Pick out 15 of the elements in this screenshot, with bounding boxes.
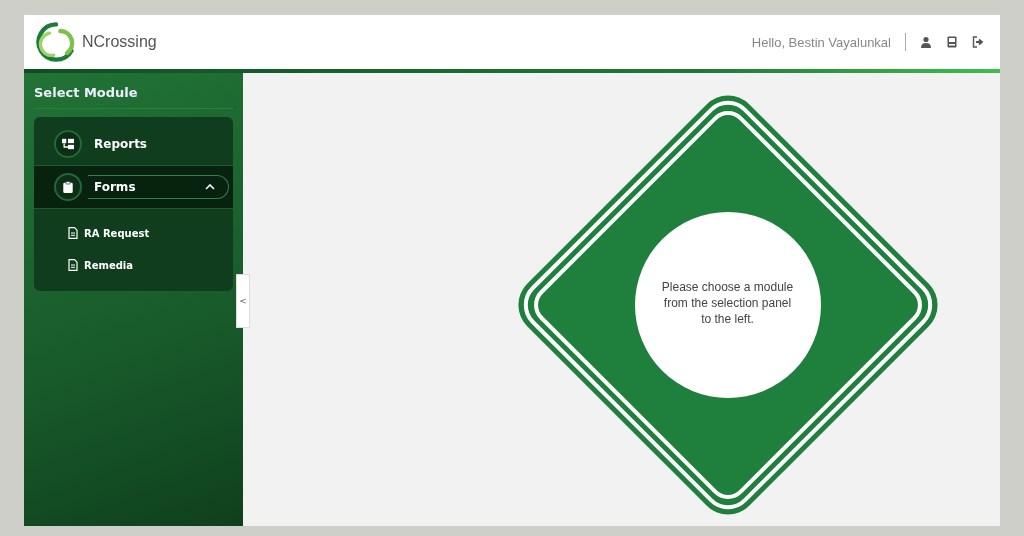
instruction-text: Please choose a module from the selection panel to the left. [660,278,795,327]
form-menu-item[interactable]: Remedia [68,249,233,281]
module-menu-item[interactable]: Forms [34,166,233,209]
hierarchy-icon [62,138,74,150]
document-icon [68,227,78,239]
user-icon[interactable] [920,36,932,48]
app-name: NCrossing [82,33,157,51]
greeting-text: Hello, Bestin Vayalunkal [751,34,891,50]
collapse-button[interactable]: < [236,274,250,328]
book-icon[interactable] [946,36,958,48]
document-icon [68,259,78,271]
clipboard-icon [62,181,74,193]
form-menu-item[interactable]: RA Request [68,217,233,249]
sidebar-title: Select Module [34,84,139,102]
logout-icon[interactable] [972,36,984,48]
